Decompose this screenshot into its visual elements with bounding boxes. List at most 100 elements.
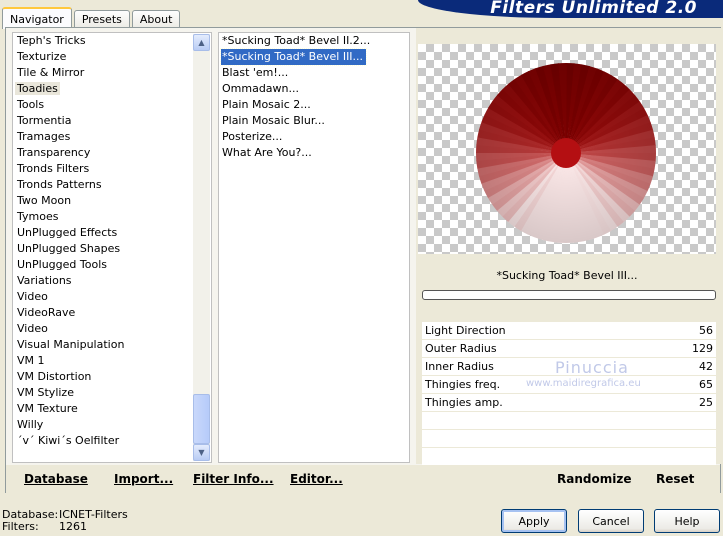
category-item-label: Tronds Filters xyxy=(17,162,90,175)
filters-count-value: 1261 xyxy=(59,520,87,533)
filters-count-label: Filters: xyxy=(2,520,39,533)
category-item[interactable]: Tronds Patterns xyxy=(13,177,211,193)
category-item[interactable]: Visual Manipulation xyxy=(13,337,211,353)
parameter-value: 65 xyxy=(699,378,713,391)
category-item[interactable]: VM Distortion xyxy=(13,369,211,385)
parameter-row-empty xyxy=(422,448,716,466)
category-items: Teph's Tricks Texturize Tile & Mirror Toadi… xyxy=(13,33,211,449)
filter-item[interactable]: What Are You?... xyxy=(219,145,409,161)
filter-item-label: Plain Mosaic 2... xyxy=(222,98,311,111)
category-item[interactable]: UnPlugged Tools xyxy=(13,257,211,273)
category-item-label: VM 1 xyxy=(17,354,45,367)
parameter-row-empty xyxy=(422,430,716,448)
category-item[interactable]: Toadies xyxy=(13,81,211,97)
category-item-label: Willy xyxy=(17,418,44,431)
category-item-label: Two Moon xyxy=(17,194,72,207)
category-item[interactable]: ´v´ Kiwi´s Oelfilter xyxy=(13,433,211,449)
category-item-label: Visual Manipulation xyxy=(17,338,125,351)
filter-item[interactable]: *Sucking Toad* Bevel III... xyxy=(219,48,409,66)
category-item[interactable]: Video xyxy=(13,289,211,305)
filter-item[interactable]: Plain Mosaic 2... xyxy=(219,97,409,113)
cancel-button[interactable]: Cancel xyxy=(578,509,644,533)
category-item-label: Tronds Patterns xyxy=(17,178,102,191)
app-banner: Filters Unlimited 2.0 xyxy=(418,0,723,18)
filter-item-label: Plain Mosaic Blur... xyxy=(222,114,325,127)
category-item[interactable]: UnPlugged Shapes xyxy=(13,241,211,257)
reset-button[interactable]: Reset xyxy=(656,472,694,486)
parameter-value: 56 xyxy=(699,324,713,337)
watermark-url: www.maidiregrafica.eu xyxy=(526,378,641,389)
parameter-value: 25 xyxy=(699,396,713,409)
tab-presets[interactable]: Presets xyxy=(73,10,130,28)
category-item[interactable]: VideoRave xyxy=(13,305,211,321)
category-item[interactable]: Tools xyxy=(13,97,211,113)
tab-strip: Navigator Presets About xyxy=(2,6,182,29)
editor-button[interactable]: Editor... xyxy=(290,472,343,486)
category-item[interactable]: Texturize xyxy=(13,49,211,65)
category-item-label: Tile & Mirror xyxy=(17,66,85,79)
category-item[interactable]: Video xyxy=(13,321,211,337)
filter-list[interactable]: *Sucking Toad* Bevel II.2... *Sucking Toa… xyxy=(218,32,410,463)
bevel-disc-image xyxy=(476,63,656,243)
database-button[interactable]: Database xyxy=(24,472,88,486)
category-item[interactable]: Tronds Filters xyxy=(13,161,211,177)
scroll-up-icon[interactable]: ▲ xyxy=(193,34,210,51)
parameter-name: Outer Radius xyxy=(425,342,497,355)
parameter-row-empty xyxy=(422,412,716,430)
category-item-label: VM Distortion xyxy=(17,370,92,383)
filter-items: *Sucking Toad* Bevel II.2... *Sucking Toa… xyxy=(219,33,409,161)
category-item-label: VM Stylize xyxy=(17,386,74,399)
filter-item[interactable]: Ommadawn... xyxy=(219,81,409,97)
randomize-button[interactable]: Randomize xyxy=(557,472,631,486)
category-list[interactable]: Teph's Tricks Texturize Tile & Mirror Toadi… xyxy=(12,32,212,463)
filter-info-button-label: Filter Info... xyxy=(193,472,274,486)
category-item-label: Tymoes xyxy=(17,210,59,223)
category-item-label: Video xyxy=(17,290,48,303)
parameter-name: Thingies amp. xyxy=(425,396,503,409)
category-scrollbar[interactable]: ▲ ▼ xyxy=(193,34,210,461)
filter-info-button[interactable]: Filter Info... xyxy=(193,472,274,486)
bevel-disc-preview xyxy=(475,62,657,244)
disc-center xyxy=(551,138,581,168)
parameter-row[interactable]: Outer Radius 129 xyxy=(422,340,716,358)
category-item[interactable]: Transparency xyxy=(13,145,211,161)
category-item-label: UnPlugged Tools xyxy=(17,258,107,271)
filter-item[interactable]: Posterize... xyxy=(219,129,409,145)
category-item[interactable]: UnPlugged Effects xyxy=(13,225,211,241)
category-item-label: Transparency xyxy=(17,146,91,159)
selected-filter-name: *Sucking Toad* Bevel III... xyxy=(496,269,638,282)
category-item[interactable]: VM Stylize xyxy=(13,385,211,401)
category-item[interactable]: VM Texture xyxy=(13,401,211,417)
category-item[interactable]: Tormentia xyxy=(13,113,211,129)
filter-item-label: What Are You?... xyxy=(222,146,312,159)
filter-item-label: *Sucking Toad* Bevel II.2... xyxy=(222,34,371,47)
category-item-label: Tramages xyxy=(17,130,71,143)
filter-item[interactable]: Plain Mosaic Blur... xyxy=(219,113,409,129)
scroll-down-icon[interactable]: ▼ xyxy=(193,444,210,461)
help-button[interactable]: Help xyxy=(654,509,720,533)
category-item[interactable]: Willy xyxy=(13,417,211,433)
tab-navigator[interactable]: Navigator xyxy=(2,7,72,29)
category-item[interactable]: Variations xyxy=(13,273,211,289)
category-item[interactable]: Tile & Mirror xyxy=(13,65,211,81)
tab-about[interactable]: About xyxy=(131,10,181,28)
category-item[interactable]: Tymoes xyxy=(13,209,211,225)
category-item-label: Video xyxy=(17,322,48,335)
parameter-list: Light Direction 56 Outer Radius 129 Inner Ra… xyxy=(422,322,716,466)
category-item[interactable]: Two Moon xyxy=(13,193,211,209)
filter-item[interactable]: *Sucking Toad* Bevel II.2... xyxy=(219,33,409,49)
filter-item[interactable]: Blast 'em!... xyxy=(219,65,409,81)
category-item[interactable]: Teph's Tricks xyxy=(13,33,211,49)
category-item[interactable]: VM 1 xyxy=(13,353,211,369)
category-item-label: Tormentia xyxy=(17,114,72,127)
parameter-row[interactable]: Light Direction 56 xyxy=(422,322,716,340)
parameter-row[interactable]: Thingies amp. 25 xyxy=(422,394,716,412)
parameter-name: Thingies freq. xyxy=(425,378,501,391)
category-item[interactable]: Tramages xyxy=(13,129,211,145)
parameter-name: Light Direction xyxy=(425,324,506,337)
apply-button[interactable]: Apply xyxy=(501,509,567,533)
scroll-thumb[interactable] xyxy=(193,394,210,444)
category-item-label: Teph's Tricks xyxy=(17,34,86,47)
import-button[interactable]: Import... xyxy=(114,472,173,486)
filter-item-label: Posterize... xyxy=(222,130,283,143)
